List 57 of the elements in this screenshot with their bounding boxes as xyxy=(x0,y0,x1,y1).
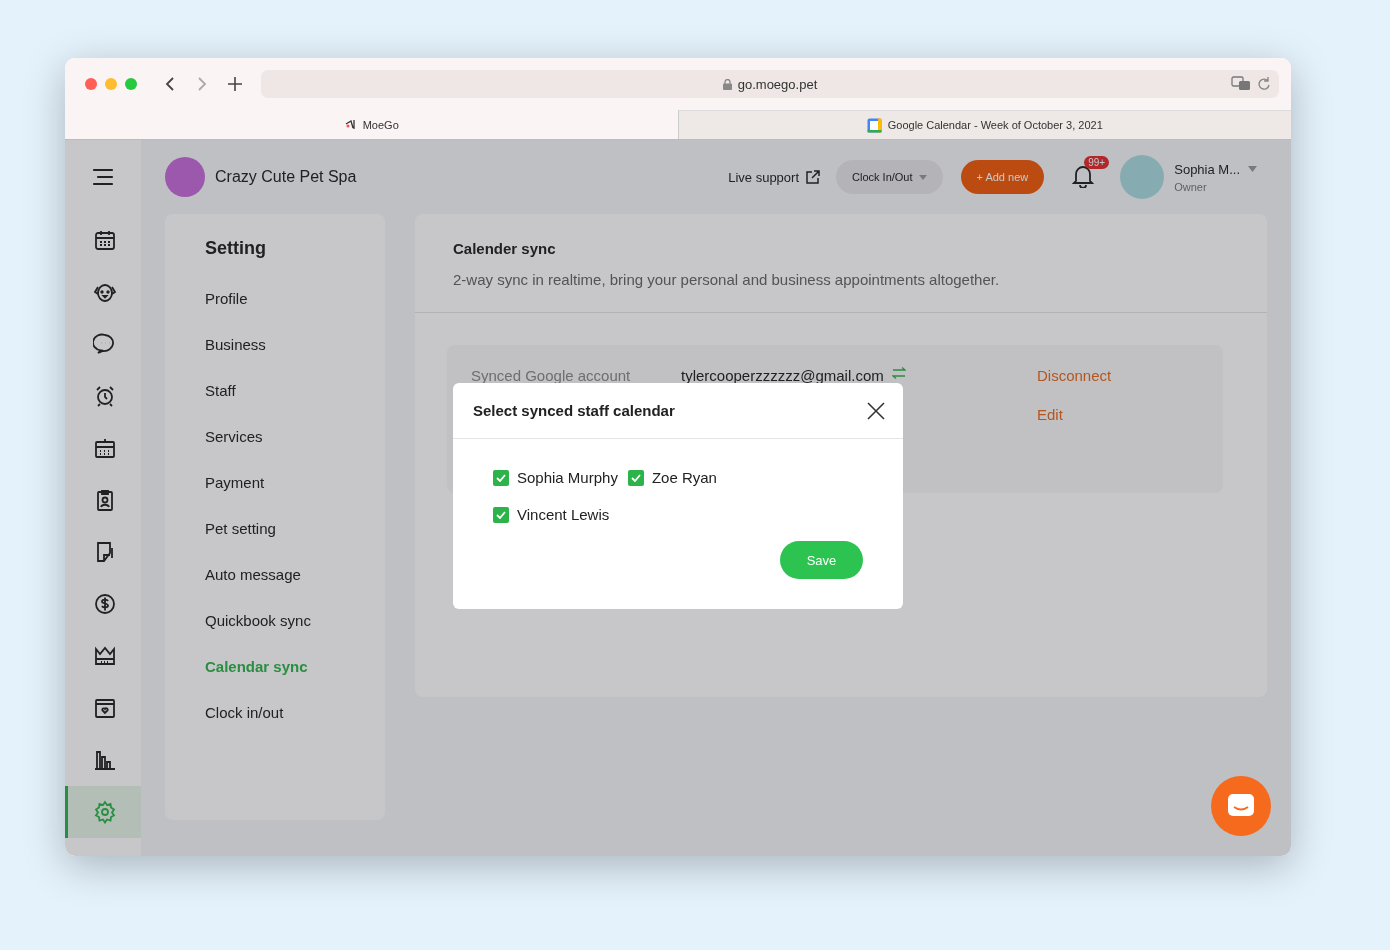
menu-item[interactable]: Staff xyxy=(205,367,236,413)
menu-title: Setting xyxy=(205,238,267,259)
calendar-icon[interactable] xyxy=(92,436,117,460)
menu-item[interactable]: Pet setting xyxy=(205,505,276,551)
menu-icon[interactable] xyxy=(91,168,115,186)
external-link-icon xyxy=(805,169,820,185)
calendar-icon xyxy=(866,117,882,133)
crown-icon[interactable] xyxy=(92,644,117,668)
menu-item[interactable]: Services xyxy=(205,413,263,459)
checkbox[interactable] xyxy=(493,506,509,523)
back-button[interactable] xyxy=(163,76,177,92)
close-window-button[interactable] xyxy=(85,78,97,90)
sync-icon xyxy=(891,367,906,379)
address-bar[interactable]: go.moego.pet xyxy=(261,70,1279,98)
account-email: tylercooperzzzzzz@gmail.com xyxy=(681,367,884,384)
browser-tab[interactable]: Google Calendar - Week of October 3, 2021 xyxy=(677,110,1291,139)
translate-icon[interactable] xyxy=(1231,76,1251,92)
dog-logo-icon xyxy=(343,118,357,131)
chat-bubble-button[interactable] xyxy=(1211,776,1271,836)
check-icon xyxy=(496,473,506,482)
staff-name: Vincent Lewis xyxy=(517,506,610,523)
browser-tab[interactable]: MoeGo xyxy=(65,110,678,139)
card-title: Calender sync xyxy=(453,240,557,257)
notification-count: 99+ xyxy=(1084,156,1110,169)
staff-name: Sophia Murphy xyxy=(517,469,618,486)
checkbox[interactable] xyxy=(493,469,509,486)
menu-item[interactable]: Business xyxy=(205,321,266,367)
chat-icon[interactable] xyxy=(92,332,117,356)
bar-chart-icon[interactable] xyxy=(92,748,117,772)
menu-item[interactable]: Profile xyxy=(205,275,248,321)
close-icon[interactable] xyxy=(867,401,885,420)
card-description: 2-way sync in realtime, bring your personal and business appointments altogether. xyxy=(453,271,1001,288)
menu-item[interactable]: Auto message xyxy=(205,551,301,597)
check-icon xyxy=(496,510,506,519)
dollar-icon[interactable] xyxy=(92,592,117,616)
lock-icon xyxy=(722,78,732,90)
menu-item[interactable]: Payment xyxy=(205,459,265,505)
checkbox[interactable] xyxy=(627,469,644,486)
calendar-icon[interactable] xyxy=(92,228,117,252)
business-logo xyxy=(165,157,205,197)
reload-icon[interactable] xyxy=(1257,76,1271,92)
dialog-title: Select synced staff calendar xyxy=(473,402,675,419)
user-role: Owner xyxy=(1174,180,1208,193)
new-tab-button[interactable] xyxy=(227,76,243,92)
clock-in-out-button[interactable]: Clock In/Out xyxy=(836,160,943,194)
account-label: Synced Google account xyxy=(471,367,632,384)
chat-icon xyxy=(1227,793,1255,819)
notification-bell-icon[interactable] xyxy=(1072,164,1095,188)
business-name: Crazy Cute Pet Spa xyxy=(215,168,358,186)
live-support-link[interactable]: Live support xyxy=(728,169,820,185)
menu-item[interactable]: Quickbook sync xyxy=(205,597,311,643)
check-icon xyxy=(630,473,641,482)
menu-item[interactable]: Clock in/out xyxy=(205,689,284,735)
user-name[interactable]: Sophia M... xyxy=(1174,161,1240,177)
caret-icon xyxy=(918,174,927,180)
url-text: go.moego.pet xyxy=(737,76,818,92)
staff-name: Zoe Ryan xyxy=(651,469,717,486)
